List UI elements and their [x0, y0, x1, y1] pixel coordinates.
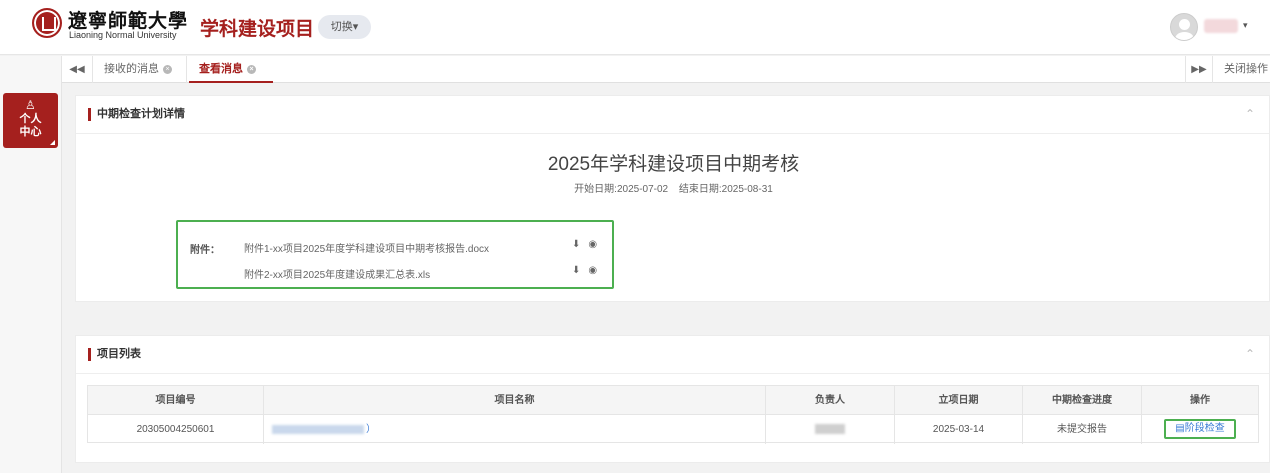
owner-cell: [766, 415, 895, 444]
close-icon[interactable]: ×: [247, 65, 256, 74]
attachment-actions: ⬇ ◉: [572, 265, 605, 276]
end-date: 结束日期:2025-08-31: [678, 184, 773, 195]
attachment-actions: ⬇ ◉: [572, 239, 605, 250]
tab-label: 查看消息: [199, 63, 243, 75]
panel-title: 中期检查计划详情: [88, 108, 185, 121]
start-date: 开始日期:2025-07-02: [574, 184, 669, 195]
owner-name-redacted: [815, 424, 845, 435]
chevron-down-icon: ▾: [352, 21, 359, 33]
close-icon[interactable]: ×: [163, 65, 172, 74]
column-header: 负责人: [766, 386, 895, 415]
tab-received-messages[interactable]: 接收的消息 ×: [94, 56, 187, 83]
project-table: 项目编号 项目名称 负责人 立项日期 中期检查进度 操作 20305004250…: [87, 385, 1259, 444]
panel-header: 中期检查计划详情 ⌃: [76, 96, 1269, 134]
switch-button-label: 切换: [330, 21, 353, 33]
table-row: 20305004250601 ） 2025-03-14 未提交报告 ▤阶段检查: [88, 415, 1258, 444]
eye-icon[interactable]: ◉: [588, 239, 597, 250]
attachments-box: 附件： 附件1-xx项目2025年度学科建设项目中期考核报告.docx ⬇ ◉ 附…: [176, 220, 614, 289]
tab-scroll-right-button[interactable]: ▶▶: [1185, 56, 1213, 83]
university-seal-logo: [32, 8, 62, 38]
tab-bar: ◀◀ 接收的消息 × 查看消息 × ▶▶ 关闭操作: [62, 56, 1270, 83]
project-name-tail[interactable]: ）: [366, 415, 376, 444]
document-icon: ▤: [1175, 423, 1185, 434]
collapse-icon[interactable]: ⌃: [1245, 347, 1255, 361]
attachment-name: 附件2-xx项目2025年度建设成果汇总表.xls: [244, 270, 431, 281]
tab-label: 接收的消息: [104, 63, 159, 75]
university-name-cn: 遼寧師範大學: [68, 10, 189, 32]
attachments-label: 附件：: [190, 245, 220, 256]
plan-dates: 开始日期:2025-07-02 结束日期:2025-08-31: [76, 180, 1270, 195]
top-header: 遼寧師範大學 Liaoning Normal University 学科建设项目…: [0, 0, 1270, 55]
panel-header: 项目列表 ⌃: [76, 336, 1269, 374]
action-cell: ▤阶段检查: [1142, 415, 1258, 444]
switch-button[interactable]: 切换▾: [318, 15, 371, 39]
download-icon[interactable]: ⬇: [572, 265, 580, 276]
column-header: 操作: [1190, 395, 1210, 406]
left-sidebar: ♙ 个人中心: [0, 56, 62, 473]
download-icon[interactable]: ⬇: [572, 239, 580, 250]
university-name-en: Liaoning Normal University: [69, 30, 177, 40]
project-name-redacted[interactable]: [272, 425, 364, 434]
user-avatar[interactable]: [1170, 13, 1198, 41]
column-header: 项目名称: [264, 386, 766, 415]
tab-view-message[interactable]: 查看消息 ×: [189, 56, 273, 83]
corner-triangle-icon: [50, 140, 55, 145]
personal-center-button[interactable]: ♙ 个人中心: [3, 93, 58, 148]
app-title: 学科建设项目: [200, 19, 315, 40]
progress-cell: 未提交报告: [1023, 415, 1142, 444]
column-header: 立项日期: [895, 386, 1023, 415]
attachment-name: 附件1-xx项目2025年度学科建设项目中期考核报告.docx: [244, 244, 490, 255]
project-name-cell[interactable]: ）: [264, 415, 766, 444]
user-icon: ♙: [25, 98, 36, 112]
user-menu-chevron-icon[interactable]: ▾: [1243, 20, 1248, 31]
panel-title: 项目列表: [88, 348, 141, 361]
table-header-row: 项目编号 项目名称 负责人 立项日期 中期检查进度 操作: [88, 386, 1258, 415]
tab-scroll-left-button[interactable]: ◀◀: [62, 56, 93, 83]
stage-check-button[interactable]: ▤阶段检查: [1164, 419, 1236, 439]
column-header: 项目编号: [88, 386, 264, 415]
project-code-cell: 20305004250601: [88, 415, 264, 444]
close-operations-button[interactable]: 关闭操作: [1214, 56, 1268, 83]
collapse-icon[interactable]: ⌃: [1245, 107, 1255, 121]
plan-title: 2025年学科建设项目中期考核: [547, 154, 800, 175]
project-list-panel: 项目列表 ⌃ 项目编号 项目名称 负责人 立项日期 中期检查进度 操作 2030…: [75, 335, 1270, 463]
user-name-redacted[interactable]: [1204, 19, 1238, 33]
project-date-cell: 2025-03-14: [895, 415, 1023, 444]
plan-detail-panel: 中期检查计划详情 ⌃ 2025年学科建设项目中期考核 开始日期:2025-07-…: [75, 95, 1270, 302]
column-header: 中期检查进度: [1023, 386, 1142, 415]
personal-center-label: 个人中心: [19, 113, 42, 138]
eye-icon[interactable]: ◉: [588, 265, 597, 276]
stage-check-label: 阶段检查: [1184, 423, 1225, 434]
